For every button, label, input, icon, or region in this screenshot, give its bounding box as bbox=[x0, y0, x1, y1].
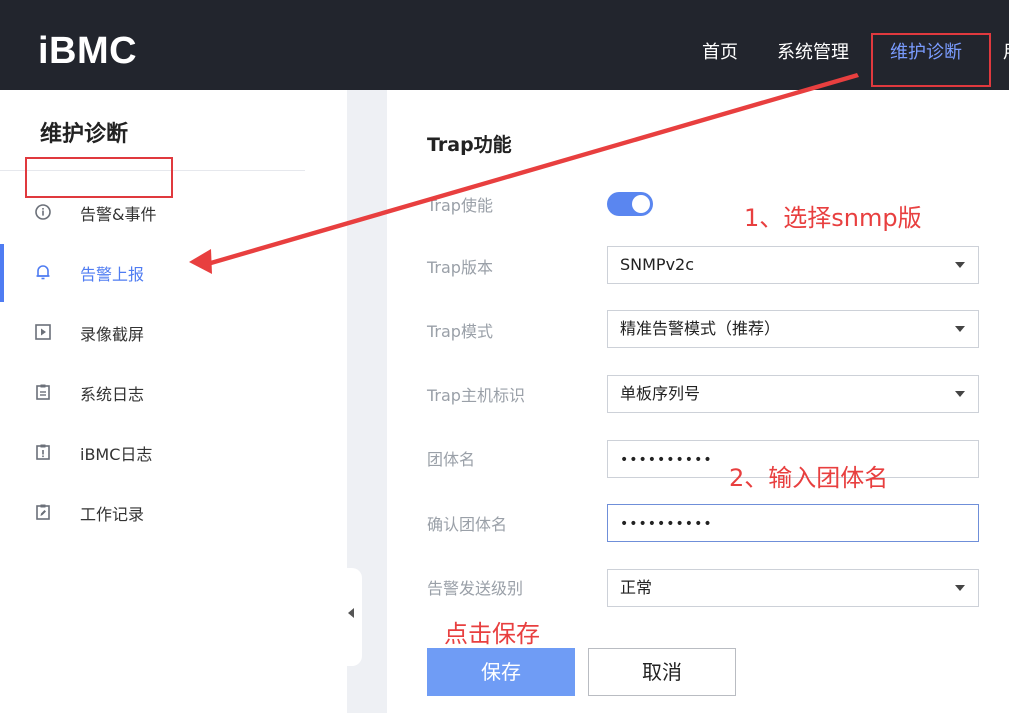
sidebar-item-label: 录像截屏 bbox=[80, 325, 145, 344]
trap-mode-label: Trap模式 bbox=[427, 322, 493, 341]
trap-version-value: SNMPv2c bbox=[620, 255, 695, 274]
clipboard-icon bbox=[36, 384, 50, 400]
nav-home[interactable]: 首页 bbox=[702, 38, 738, 64]
annotation-highlight-nav bbox=[871, 33, 991, 87]
trap-host-id-select[interactable]: 单板序列号 bbox=[607, 375, 979, 413]
sidebar-item-system-log[interactable]: 系统日志 bbox=[0, 372, 347, 412]
confirm-community-input[interactable]: •••••••••• bbox=[607, 504, 979, 542]
chevron-left-icon bbox=[348, 608, 354, 618]
annotation-highlight-sidebar bbox=[25, 157, 173, 198]
caret-down-icon bbox=[955, 585, 965, 591]
trap-mode-select[interactable]: 精准告警模式（推荐） bbox=[607, 310, 979, 348]
info-circle-icon bbox=[35, 204, 51, 220]
sidebar-item-label: 工作记录 bbox=[80, 505, 145, 524]
alarm-level-select[interactable]: 正常 bbox=[607, 569, 979, 607]
alarm-level-value: 正常 bbox=[620, 578, 653, 597]
community-name-value: •••••••••• bbox=[620, 452, 713, 468]
sidebar-item-alarm-events[interactable]: 告警&事件 bbox=[0, 192, 347, 232]
caret-down-icon bbox=[955, 326, 965, 332]
app-window: iBMC 首页 系统管理 维护诊断 用 维护诊断 告警&事件 告警上报 bbox=[0, 0, 1009, 713]
bell-icon bbox=[36, 265, 50, 280]
trap-version-select[interactable]: SNMPv2c bbox=[607, 246, 979, 284]
sidebar-item-label: iBMC日志 bbox=[80, 445, 153, 464]
sidebar-item-ibmc-log[interactable]: iBMC日志 bbox=[0, 432, 347, 472]
active-indicator bbox=[0, 244, 4, 302]
nav-user-truncated[interactable]: 用 bbox=[1003, 38, 1009, 64]
caret-down-icon bbox=[955, 262, 965, 268]
sidebar-item-label: 告警上报 bbox=[80, 265, 145, 284]
trap-enable-toggle[interactable] bbox=[607, 192, 653, 216]
annotation-step2: 2、输入团体名 bbox=[729, 464, 889, 492]
sidebar-item-work-record[interactable]: 工作记录 bbox=[0, 492, 347, 532]
cancel-button[interactable]: 取消 bbox=[588, 648, 736, 696]
trap-version-label: Trap版本 bbox=[427, 258, 493, 277]
play-box-icon bbox=[35, 324, 51, 340]
top-nav-bar: iBMC 首页 系统管理 维护诊断 用 bbox=[0, 0, 1009, 90]
trap-host-id-value: 单板序列号 bbox=[620, 384, 701, 403]
toggle-knob bbox=[632, 195, 650, 213]
sidebar-item-alarm-report[interactable]: 告警上报 bbox=[0, 244, 347, 302]
sidebar-title: 维护诊断 bbox=[40, 122, 129, 147]
section-title: Trap功能 bbox=[427, 134, 512, 156]
sidebar-collapse-handle[interactable] bbox=[340, 568, 362, 666]
sidebar-item-label: 告警&事件 bbox=[80, 205, 157, 224]
clipboard-alert-icon bbox=[36, 444, 50, 460]
save-button[interactable]: 保存 bbox=[427, 648, 575, 696]
sidebar-item-screen-recording[interactable]: 录像截屏 bbox=[0, 312, 347, 352]
trap-host-id-label: Trap主机标识 bbox=[427, 386, 525, 405]
alarm-level-label: 告警发送级别 bbox=[427, 579, 524, 598]
sidebar-item-label: 系统日志 bbox=[80, 385, 145, 404]
confirm-community-value: •••••••••• bbox=[620, 516, 713, 532]
confirm-community-label: 确认团体名 bbox=[427, 515, 508, 534]
clipboard-edit-icon bbox=[36, 504, 50, 520]
annotation-step1: 1、选择snmp版 bbox=[744, 204, 922, 232]
annotation-step3: 点击保存 bbox=[444, 620, 540, 648]
trap-mode-value: 精准告警模式（推荐） bbox=[620, 319, 781, 338]
trap-enable-label: Trap使能 bbox=[427, 196, 493, 215]
ibmc-logo: iBMC bbox=[38, 30, 138, 72]
community-name-label: 团体名 bbox=[427, 450, 476, 469]
nav-system-management[interactable]: 系统管理 bbox=[777, 38, 849, 64]
caret-down-icon bbox=[955, 391, 965, 397]
